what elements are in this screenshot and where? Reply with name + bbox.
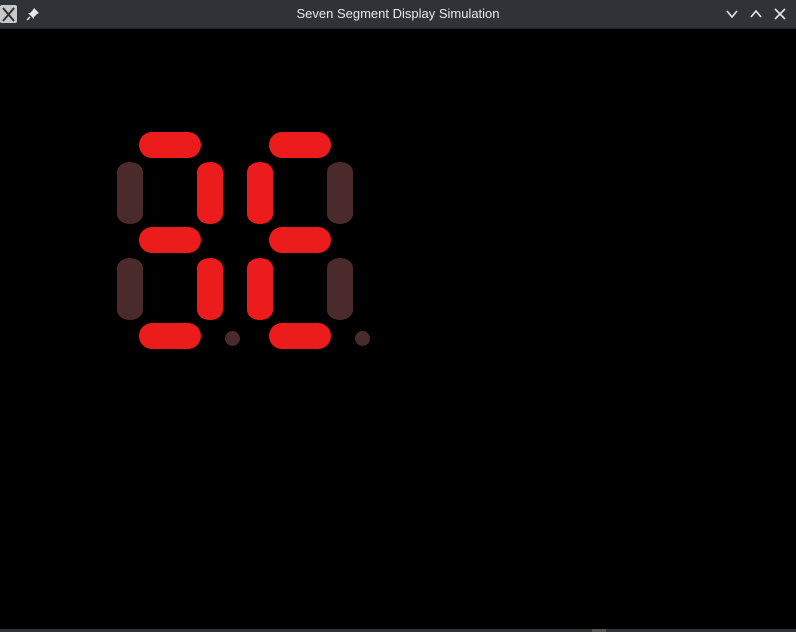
title-bar[interactable]: Seven Segment Display Simulation: [0, 0, 796, 29]
digit-2-segment-d: [269, 323, 331, 349]
window-title: Seven Segment Display Simulation: [296, 6, 500, 21]
digit-1-segment-b: [197, 162, 223, 224]
digit-2-segment-c: [327, 258, 353, 320]
close-button[interactable]: [770, 4, 790, 24]
digit-2-segment-b: [327, 162, 353, 224]
minimize-button[interactable]: [722, 4, 742, 24]
app-window: Seven Segment Display Simulation: [0, 0, 796, 632]
digit-2-segment-g: [269, 227, 331, 253]
digit-1-decimal-point: [225, 331, 240, 346]
display-canvas: [0, 29, 796, 632]
digit-1-segment-f: [117, 162, 143, 224]
x-app-icon[interactable]: [0, 5, 17, 23]
digit-2-segment-e: [247, 258, 273, 320]
digit-1-segment-d: [139, 323, 201, 349]
digit-1-segment-a: [139, 132, 201, 158]
chevron-down-icon: [726, 10, 738, 19]
digit-2-segment-f: [247, 162, 273, 224]
maximize-button[interactable]: [746, 4, 766, 24]
digit-1-segment-e: [117, 258, 143, 320]
digit-2-segment-a: [269, 132, 331, 158]
digit-1-segment-c: [197, 258, 223, 320]
pin-icon[interactable]: [25, 6, 41, 22]
chevron-up-icon: [750, 9, 762, 18]
digit-2-decimal-point: [355, 331, 370, 346]
close-icon: [774, 8, 786, 20]
digit-1-segment-g: [139, 227, 201, 253]
